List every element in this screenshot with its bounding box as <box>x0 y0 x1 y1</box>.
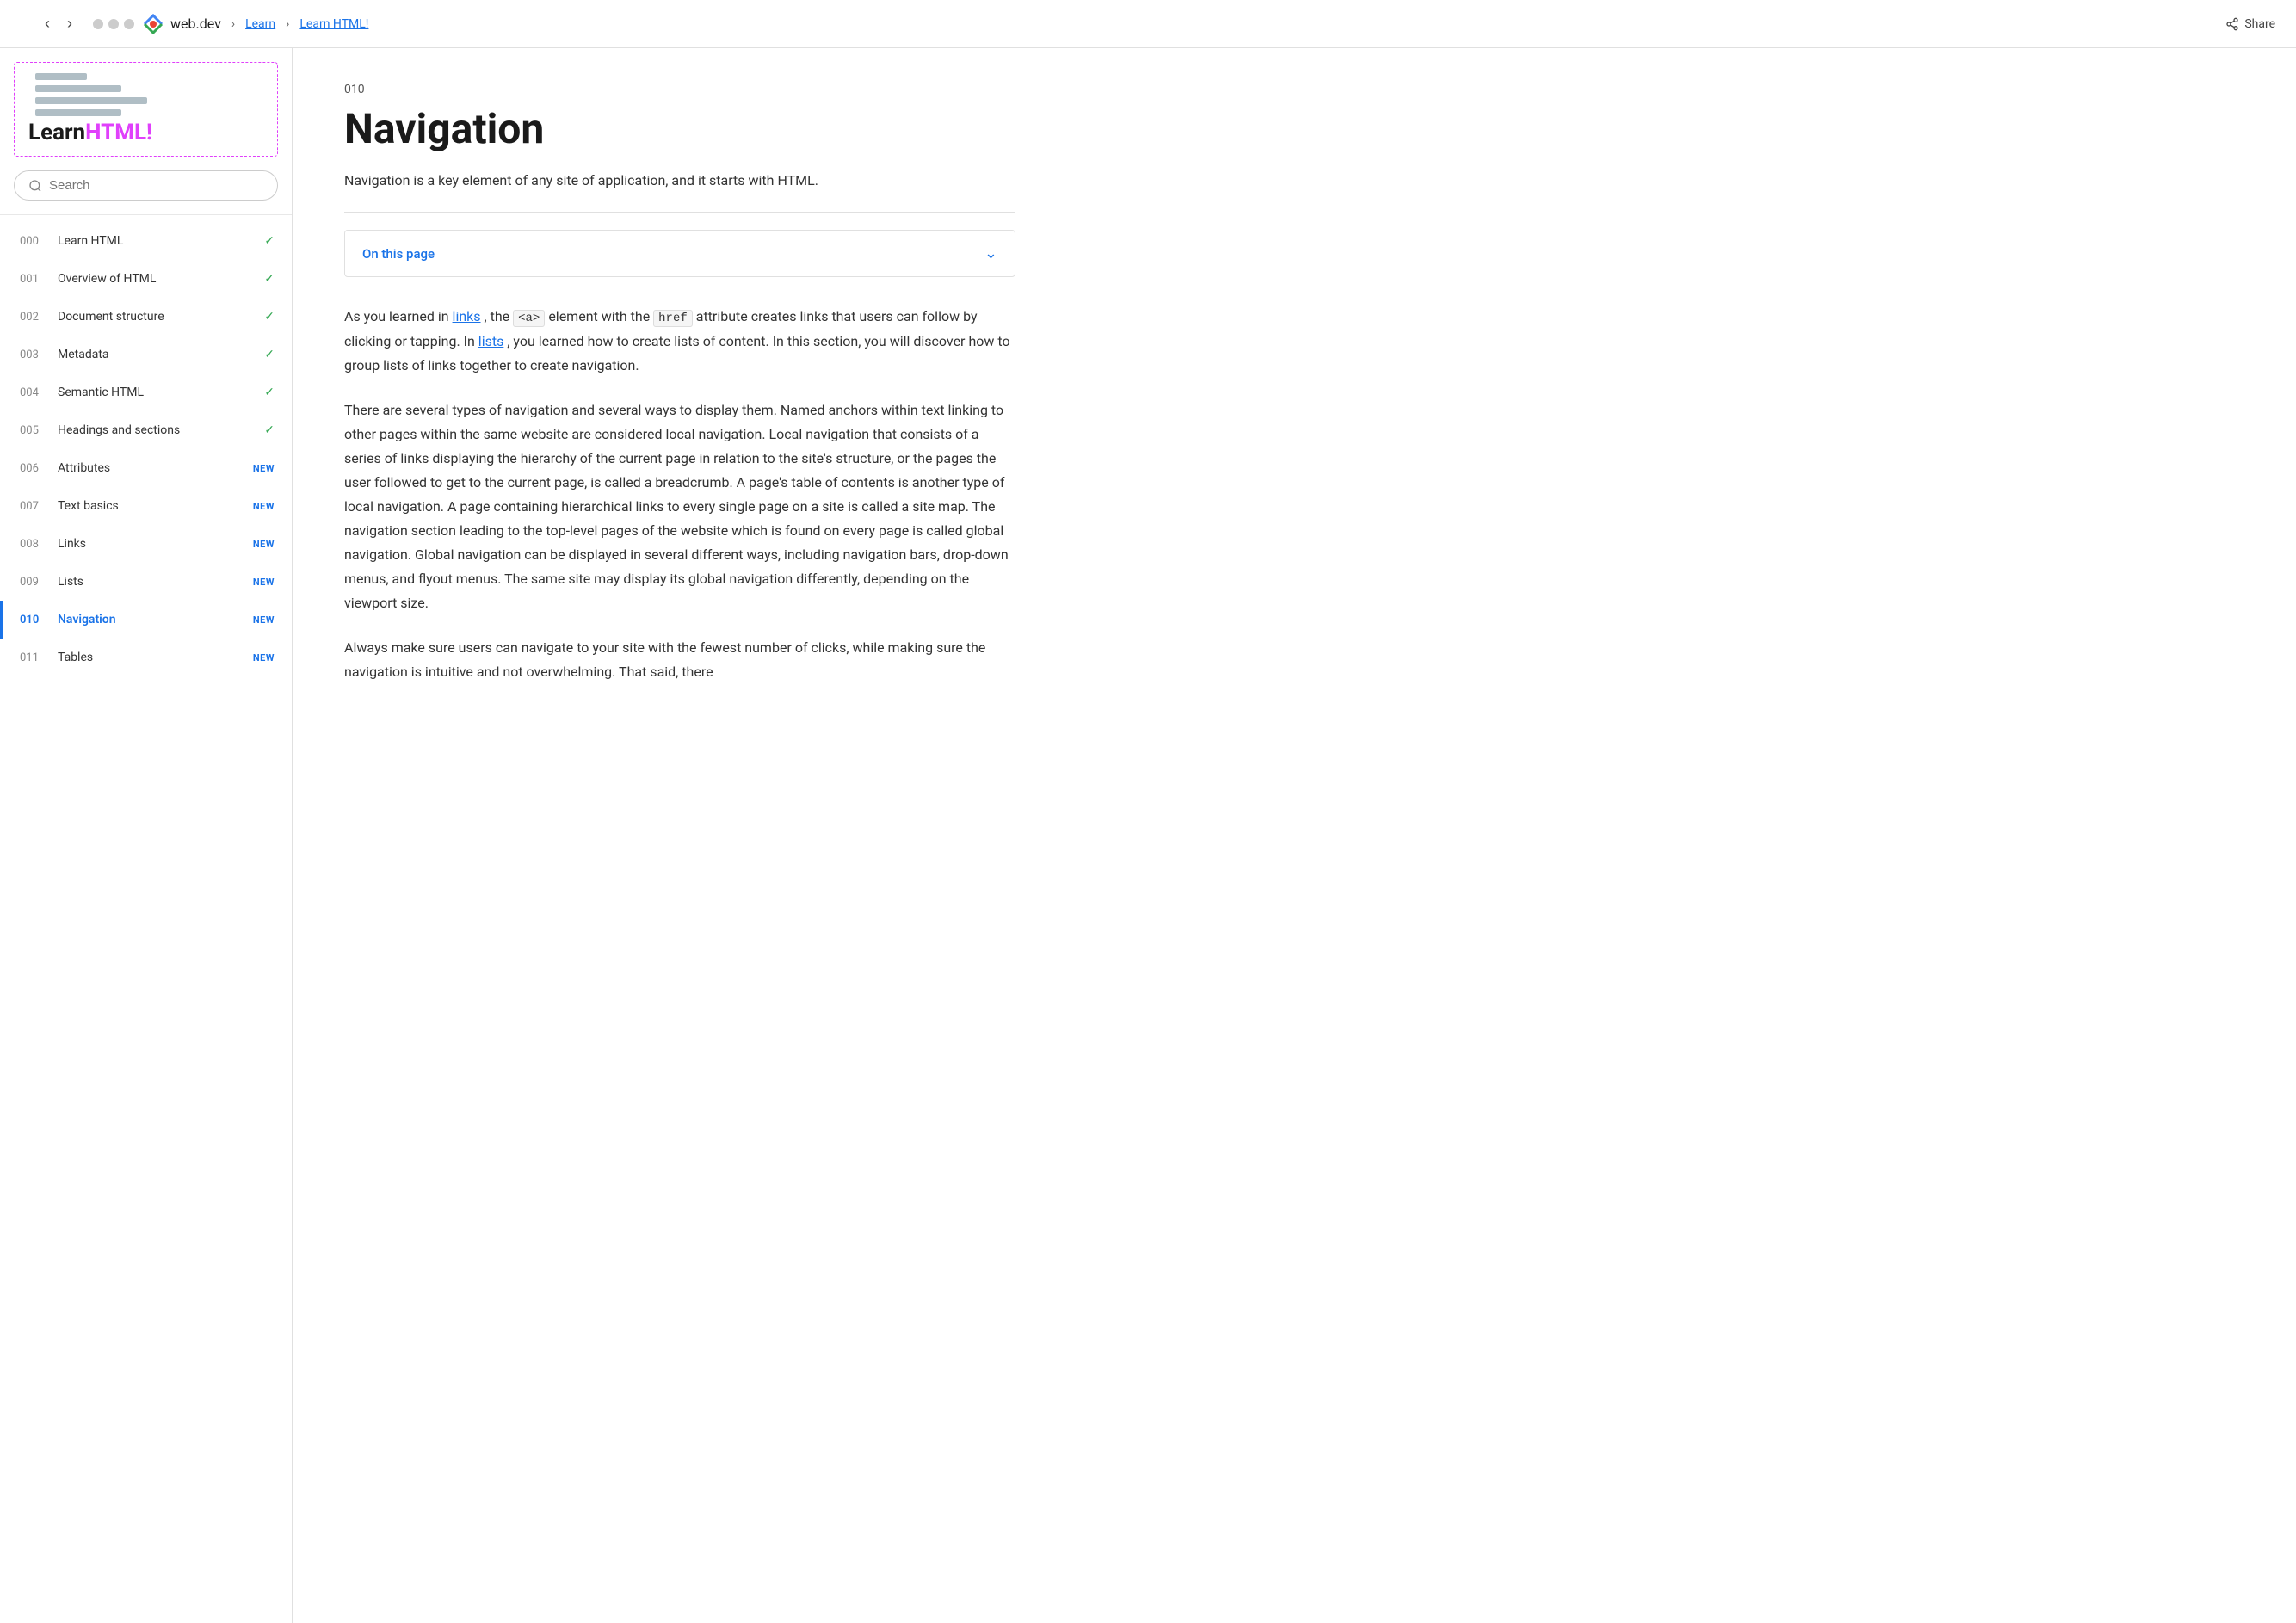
new-badge-006: NEW <box>253 463 275 474</box>
share-button[interactable]: Share <box>2225 17 2275 31</box>
check-icon-000: ✓ <box>264 234 275 248</box>
dot-red <box>93 19 103 29</box>
sidebar: LearnHTML! 000 Learn HTML ✓ <box>0 48 293 1623</box>
sidebar-item-004[interactable]: 004 Semantic HTML ✓ <box>0 373 292 411</box>
dot-green <box>124 19 134 29</box>
body-p1-m2: element with the <box>548 308 653 324</box>
title-learn: Learn <box>28 120 85 145</box>
sidebar-item-009[interactable]: 009 Lists NEW <box>0 563 292 601</box>
forward-button[interactable]: › <box>64 11 76 36</box>
placeholder-line-1 <box>35 73 87 80</box>
body-paragraph-3: Always make sure users can navigate to y… <box>344 636 1015 684</box>
body-p3-text: Always make sure users can navigate to y… <box>344 639 985 680</box>
placeholder-line-2 <box>35 85 121 92</box>
page-title: Navigation <box>344 107 1015 152</box>
logo-placeholder <box>28 73 263 116</box>
share-icon <box>2225 17 2239 31</box>
sidebar-item-000[interactable]: 000 Learn HTML ✓ <box>0 222 292 260</box>
chevron-down-icon: ⌄ <box>984 244 997 262</box>
sidebar-item-008[interactable]: 008 Links NEW <box>0 525 292 563</box>
share-label: Share <box>2244 17 2275 31</box>
main-layout: LearnHTML! 000 Learn HTML ✓ <box>0 48 2296 1623</box>
check-icon-004: ✓ <box>264 386 275 399</box>
breadcrumb-learn-html[interactable]: Learn HTML! <box>299 17 368 31</box>
sidebar-item-005[interactable]: 005 Headings and sections ✓ <box>0 411 292 449</box>
browser-controls: ‹ › <box>41 11 76 36</box>
check-icon-001: ✓ <box>264 272 275 286</box>
new-badge-008: NEW <box>253 539 275 550</box>
search-box[interactable] <box>14 170 278 201</box>
top-navbar: ‹ › web.dev › Learn › Learn HTML! Share <box>0 0 2296 48</box>
new-badge-009: NEW <box>253 577 275 588</box>
code-href-attr: href <box>653 310 693 327</box>
nav-left: ‹ › web.dev › Learn › Learn HTML! <box>21 11 368 36</box>
new-badge-011: NEW <box>253 652 275 663</box>
divider-top <box>344 212 1015 213</box>
new-badge-010: NEW <box>253 614 275 626</box>
sidebar-title: LearnHTML! <box>28 120 263 145</box>
sidebar-item-011[interactable]: 011 Tables NEW <box>0 639 292 676</box>
sidebar-item-002[interactable]: 002 Document structure ✓ <box>0 298 292 336</box>
main-content: 010 Navigation Navigation is a key eleme… <box>293 48 1067 1623</box>
placeholder-line-4 <box>35 109 121 116</box>
window-controls <box>93 19 134 29</box>
breadcrumb-sep-2: › <box>286 17 289 31</box>
sidebar-nav: 000 Learn HTML ✓ 001 Overview of HTML ✓ … <box>0 215 292 683</box>
back-button[interactable]: ‹ <box>41 11 53 36</box>
section-number: 010 <box>344 83 1015 96</box>
on-this-page-widget: On this page ⌄ <box>344 230 1015 277</box>
sidebar-item-010[interactable]: 010 Navigation NEW <box>0 601 292 639</box>
link-links[interactable]: links <box>453 308 481 324</box>
sidebar-item-007[interactable]: 007 Text basics NEW <box>0 487 292 525</box>
body-p1-prefix: As you learned in <box>344 308 453 324</box>
body-p1-m1: , the <box>485 308 514 324</box>
webdev-text: web.dev <box>170 15 221 32</box>
title-html: HTML! <box>85 120 152 145</box>
search-input[interactable] <box>49 178 263 193</box>
on-this-page-label: On this page <box>362 246 435 262</box>
code-a-element: <a> <box>513 310 545 327</box>
dot-yellow <box>108 19 119 29</box>
check-icon-003: ✓ <box>264 348 275 361</box>
breadcrumb-sep-1: › <box>231 17 235 31</box>
placeholder-line-3 <box>35 97 147 104</box>
webdev-logo[interactable]: web.dev <box>141 12 221 36</box>
on-this-page-toggle[interactable]: On this page ⌄ <box>345 231 1015 276</box>
sidebar-item-003[interactable]: 003 Metadata ✓ <box>0 336 292 373</box>
body-paragraph-2: There are several types of navigation an… <box>344 398 1015 615</box>
sidebar-header: LearnHTML! <box>0 48 292 215</box>
breadcrumb-learn[interactable]: Learn <box>245 17 275 31</box>
webdev-logo-icon <box>141 12 165 36</box>
check-icon-005: ✓ <box>264 423 275 437</box>
sidebar-item-001[interactable]: 001 Overview of HTML ✓ <box>0 260 292 298</box>
link-lists[interactable]: lists <box>478 333 504 349</box>
check-icon-002: ✓ <box>264 310 275 324</box>
page-subtitle: Navigation is a key element of any site … <box>344 170 1015 192</box>
body-paragraph-1: As you learned in links , the <a> elemen… <box>344 305 1015 378</box>
search-icon <box>28 179 42 193</box>
sidebar-item-006[interactable]: 006 Attributes NEW <box>0 449 292 487</box>
sidebar-logo-area: LearnHTML! <box>14 62 278 157</box>
new-badge-007: NEW <box>253 501 275 512</box>
